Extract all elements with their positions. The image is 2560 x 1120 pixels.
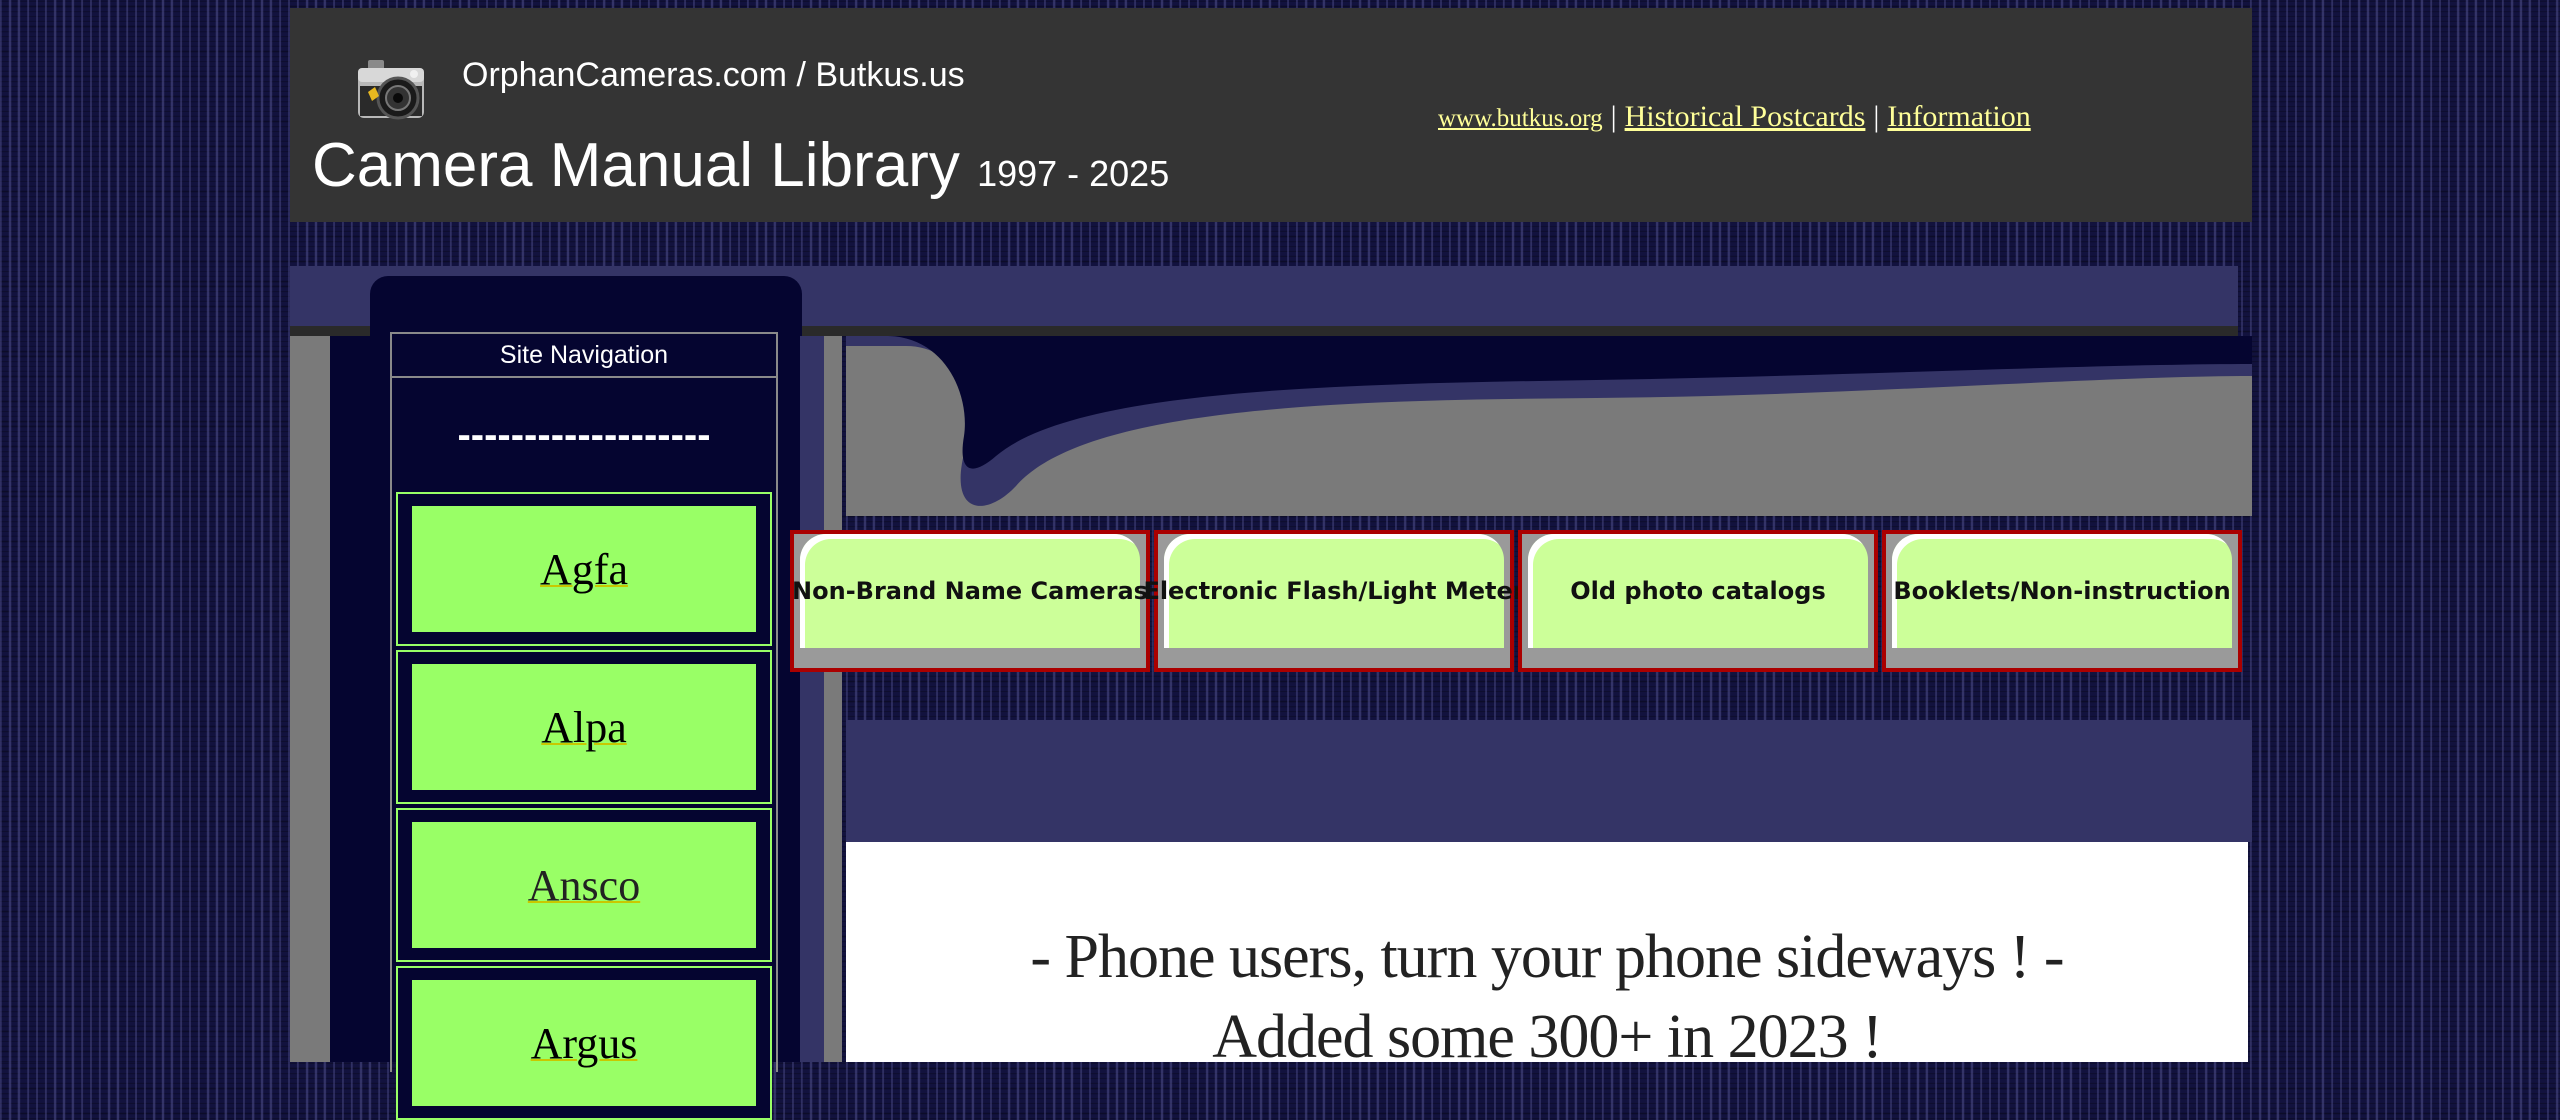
- site-navigation: Site Navigation ------------------- Agfa…: [390, 332, 778, 1120]
- tab-non-brand-name-cameras[interactable]: Non-Brand Name Cameras: [790, 530, 1150, 672]
- added-notice: Added some 300+ in 2023 !: [1212, 1003, 1883, 1071]
- camera-icon: [358, 60, 424, 120]
- link-separator: |: [1873, 100, 1880, 133]
- nav-label[interactable]: Argus: [531, 1018, 638, 1069]
- nav-dashes: -------------------: [457, 413, 711, 457]
- tab-label-non-brand[interactable]: Non-Brand Name Cameras: [792, 534, 1148, 648]
- years-label: 1997 - 2025: [977, 153, 1170, 194]
- nav-button-agfa[interactable]: Agfa: [412, 506, 756, 632]
- nav-tab-shape: [370, 276, 802, 336]
- category-tabs: Non-Brand Name Cameras Electronic Flash/…: [790, 516, 2252, 720]
- nav-item-agfa[interactable]: Agfa: [396, 492, 772, 646]
- content-header-band: [846, 720, 2252, 842]
- nav-button-argus[interactable]: Argus: [412, 980, 756, 1106]
- nav-item-alpa[interactable]: Alpa: [396, 650, 772, 804]
- link-separator: |: [1610, 100, 1617, 133]
- decorative-wave: [846, 336, 2252, 516]
- page-title: Camera Manual Library 1997 - 2025: [312, 130, 1169, 201]
- tab-booklets-non-instruction[interactable]: Booklets/Non-instruction: [1882, 530, 2242, 672]
- nav-button-ansco[interactable]: Ansco: [412, 822, 756, 948]
- page-frame: OrphanCameras.com / Butkus.us Camera Man…: [290, 8, 2252, 1120]
- nav-label[interactable]: Agfa: [540, 544, 628, 595]
- link-butkus-org[interactable]: www.butkus.org: [1438, 105, 1603, 132]
- tab-label-booklets[interactable]: Booklets/Non-instruction: [1892, 534, 2232, 648]
- site-header: OrphanCameras.com / Butkus.us Camera Man…: [290, 8, 2252, 222]
- tab-electronic-flash-light-meter[interactable]: Electronic Flash/Light Meter: [1143, 530, 1525, 672]
- nav-label[interactable]: Alpa: [541, 702, 627, 753]
- tab-label-flash[interactable]: Electronic Flash/Light Meter: [1143, 534, 1525, 648]
- main-title-text: Camera Manual Library: [312, 131, 960, 200]
- nav-button-alpa[interactable]: Alpa: [412, 664, 756, 790]
- phone-notice: - Phone users, turn your phone sideways …: [1030, 923, 2064, 991]
- link-information[interactable]: Information: [1887, 100, 2030, 133]
- site-title: OrphanCameras.com / Butkus.us: [462, 56, 965, 94]
- main-content: - Phone users, turn your phone sideways …: [846, 842, 2248, 1071]
- tab-old-photo-catalogs[interactable]: Old photo catalogs: [1518, 530, 1878, 672]
- tab-label-catalogs[interactable]: Old photo catalogs: [1528, 534, 1868, 648]
- nav-item-ansco[interactable]: Ansco: [396, 808, 772, 962]
- site-navigation-heading: Site Navigation: [392, 334, 776, 378]
- nav-label[interactable]: Ansco: [528, 860, 640, 911]
- nav-item-argus[interactable]: Argus: [396, 966, 772, 1120]
- header-links: www.butkus.org | Historical Postcards | Info…: [1438, 100, 2031, 134]
- link-historical-postcards[interactable]: Historical Postcards: [1625, 100, 1866, 133]
